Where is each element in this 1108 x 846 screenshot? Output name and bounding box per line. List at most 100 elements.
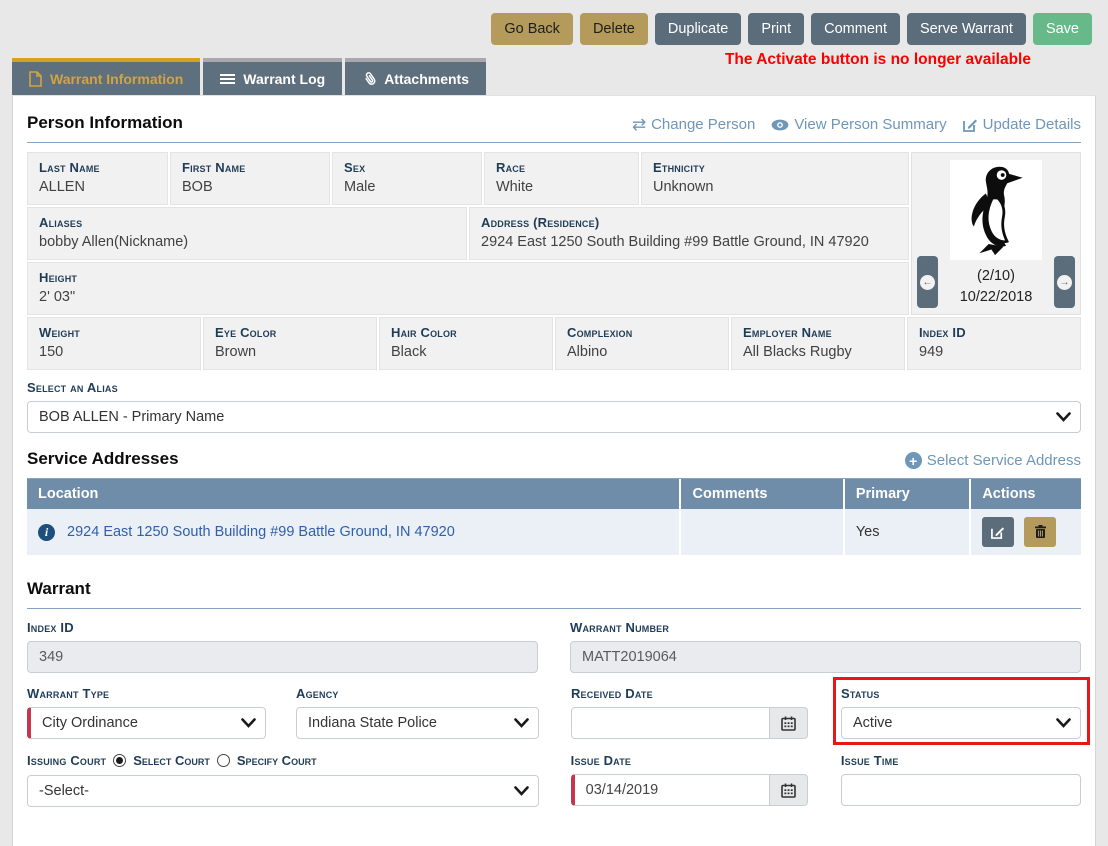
chevron-down-icon [1056, 718, 1071, 728]
activate-unavailable-notice: The Activate button is no longer availab… [725, 51, 1031, 69]
field-label: Height [39, 270, 897, 285]
specify-court-radio[interactable] [217, 754, 230, 767]
tab-bar: Warrant Information Warrant Log Attachme… [12, 58, 486, 95]
field-race: Race White [484, 152, 639, 205]
person-row-1: Last Name ALLEN First Name BOB Sex Male … [27, 152, 909, 205]
penguin-logo [958, 164, 1034, 256]
warrant-number-label: Warrant Number [570, 620, 1081, 635]
chevron-down-icon [241, 718, 256, 728]
field-value: bobby Allen(Nickname) [39, 234, 455, 250]
issue-time-input[interactable] [841, 774, 1081, 806]
field-label: Sex [344, 160, 470, 175]
person-information-title: Person Information [27, 113, 183, 133]
warrant-type-field-group: Warrant Type City Ordinance [27, 686, 266, 739]
row-primary: Yes [844, 509, 970, 555]
alias-select-label: Select an Alias [27, 380, 1081, 395]
alias-select[interactable]: BOB ALLEN - Primary Name [27, 401, 1081, 433]
update-details-link[interactable]: Update Details [963, 116, 1081, 133]
field-label: Index ID [919, 325, 1069, 340]
field-index-id: Index ID 949 [907, 317, 1081, 370]
index-id-input[interactable]: 349 [27, 641, 538, 673]
serve-warrant-button[interactable]: Serve Warrant [907, 13, 1026, 45]
comment-button[interactable]: Comment [811, 13, 900, 45]
warrant-row-court: Issuing Court Select Court Specify Court… [27, 753, 1081, 807]
warrant-type-label: Warrant Type [27, 686, 266, 701]
service-address-link[interactable]: 2924 East 1250 South Building #99 Battle… [67, 524, 455, 540]
update-details-label: Update Details [983, 116, 1081, 133]
issuing-court-label: Issuing Court [27, 753, 106, 768]
issuing-court-field-group: Issuing Court Select Court Specify Court… [27, 753, 539, 807]
tab-attachments[interactable]: Attachments [345, 58, 486, 95]
save-button[interactable]: Save [1033, 13, 1092, 45]
field-sex: Sex Male [332, 152, 482, 205]
go-back-button[interactable]: Go Back [491, 13, 573, 45]
edit-address-button[interactable] [982, 517, 1014, 547]
delete-button[interactable]: Delete [580, 13, 648, 45]
tab-label: Attachments [384, 71, 469, 87]
warrant-title: Warrant [27, 579, 91, 599]
received-date-calendar-button[interactable] [770, 707, 808, 739]
print-button[interactable]: Print [748, 13, 804, 45]
service-addresses-table: Location Comments Primary Actions i 2924… [27, 479, 1081, 555]
field-value: White [496, 179, 627, 195]
field-label: Complexion [567, 325, 717, 340]
alias-select-value: BOB ALLEN - Primary Name [39, 409, 224, 425]
field-label: Employer Name [743, 325, 893, 340]
agency-label: Agency [296, 686, 539, 701]
column-header-primary: Primary [844, 479, 970, 509]
info-icon[interactable]: i [38, 524, 55, 541]
field-value: Black [391, 344, 541, 360]
issue-time-label: Issue Time [841, 753, 1081, 768]
field-label: Aliases [39, 215, 455, 230]
toolbar: Go Back Delete Duplicate Print Comment S… [491, 13, 1092, 45]
field-value: ALLEN [39, 179, 156, 195]
tab-warrant-log[interactable]: Warrant Log [203, 58, 342, 95]
specify-court-radio-label[interactable]: Specify Court [237, 753, 317, 768]
agency-field-group: Agency Indiana State Police [296, 686, 539, 739]
issuing-court-select[interactable]: -Select- [27, 775, 539, 807]
status-select[interactable]: Active [841, 707, 1081, 739]
status-value: Active [853, 715, 893, 731]
photo-next-button[interactable]: → [1054, 256, 1075, 308]
warrant-type-select[interactable]: City Ordinance [27, 707, 266, 739]
select-service-address-link[interactable]: + Select Service Address [905, 452, 1081, 469]
view-person-summary-label: View Person Summary [794, 116, 946, 133]
change-person-label: Change Person [651, 116, 755, 133]
warrant-header: Warrant [27, 579, 1081, 609]
warrant-number-input[interactable]: MATT2019064 [570, 641, 1081, 673]
issue-date-input[interactable]: 03/14/2019 [571, 774, 770, 806]
person-row-3: Height 2' 03" [27, 262, 909, 315]
issue-date-calendar-button[interactable] [770, 774, 808, 806]
received-date-input[interactable] [571, 707, 770, 739]
plus-circle-icon: + [905, 452, 922, 469]
field-label: Ethnicity [653, 160, 897, 175]
person-photo-panel: (2/10) 10/22/2018 ← → [911, 152, 1081, 315]
field-label: Race [496, 160, 627, 175]
field-value: 949 [919, 344, 1069, 360]
change-person-link[interactable]: ⇄ Change Person [632, 116, 756, 133]
tab-warrant-information[interactable]: Warrant Information [12, 58, 200, 95]
index-id-field-group: Index ID 349 [27, 620, 538, 673]
person-photo [950, 160, 1042, 260]
field-value: Brown [215, 344, 365, 360]
warrant-row-type: Warrant Type City Ordinance Agency India… [27, 686, 1081, 739]
field-ethnicity: Ethnicity Unknown [641, 152, 909, 205]
issue-time-field-group: Issue Time [841, 753, 1081, 807]
field-employer-name: Employer Name All Blacks Rugby [731, 317, 905, 370]
edit-icon [963, 117, 978, 132]
tab-label: Warrant Log [243, 71, 325, 87]
duplicate-button[interactable]: Duplicate [655, 13, 741, 45]
column-header-location: Location [27, 479, 680, 509]
row-comments [680, 509, 843, 555]
person-information-header: Person Information ⇄ Change Person View … [27, 113, 1081, 143]
select-court-radio[interactable] [113, 754, 126, 767]
photo-prev-button[interactable]: ← [917, 256, 938, 308]
field-label: First Name [182, 160, 318, 175]
view-person-summary-link[interactable]: View Person Summary [771, 116, 946, 133]
delete-address-button[interactable] [1024, 517, 1056, 547]
agency-select[interactable]: Indiana State Police [296, 707, 539, 739]
chevron-down-icon [1056, 412, 1071, 422]
service-addresses-title: Service Addresses [27, 449, 179, 469]
select-court-radio-label[interactable]: Select Court [133, 753, 210, 768]
field-value: Albino [567, 344, 717, 360]
